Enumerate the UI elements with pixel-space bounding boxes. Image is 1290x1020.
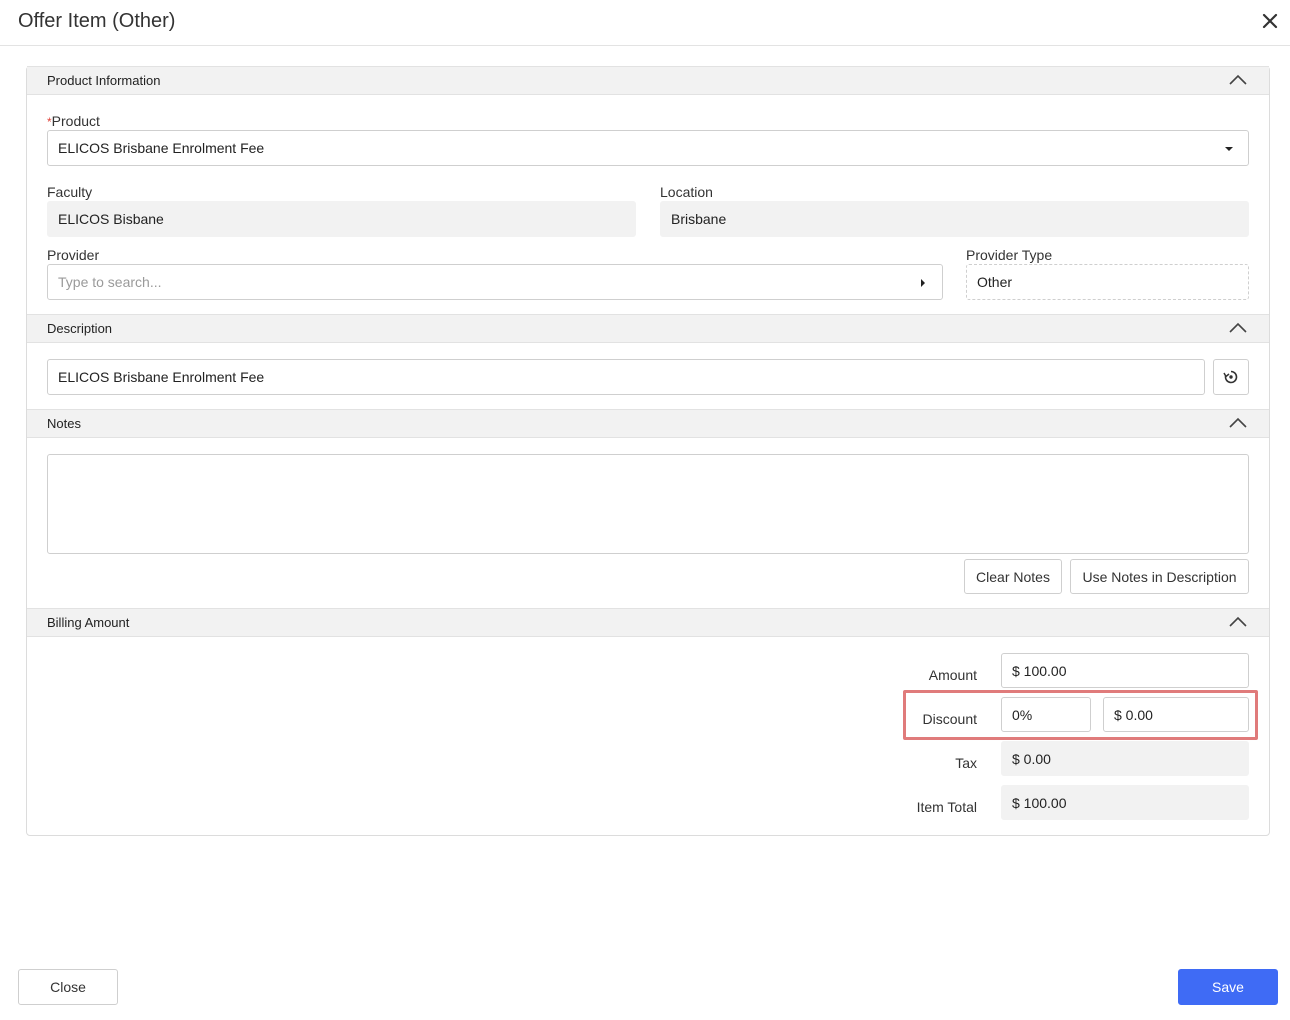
provider-search-input[interactable]: Type to search...: [47, 264, 943, 300]
product-label: *Product: [47, 113, 100, 129]
save-button[interactable]: Save: [1178, 969, 1278, 1005]
faculty-value: ELICOS Bisbane: [58, 211, 164, 227]
use-notes-in-description-button[interactable]: Use Notes in Description: [1070, 559, 1249, 594]
reset-icon: [1223, 370, 1238, 384]
location-label: Location: [660, 184, 713, 200]
tax-value: $ 0.00: [1012, 750, 1051, 767]
close-button[interactable]: Close: [18, 969, 118, 1005]
item-total-label: Item Total: [916, 799, 977, 815]
description-value: ELICOS Brisbane Enrolment Fee: [58, 369, 265, 385]
close-icon[interactable]: [1259, 10, 1281, 32]
section-header-product-information[interactable]: Product Information: [27, 66, 1269, 95]
provider-type-field: Other: [966, 264, 1249, 300]
product-label-text: Product: [51, 113, 100, 129]
chevron-up-icon[interactable]: [1227, 320, 1249, 336]
provider-type-value: Other: [977, 274, 1013, 290]
section-title: Product Information: [47, 73, 161, 88]
item-total-value: $ 100.00: [1012, 794, 1067, 811]
chevron-up-icon[interactable]: [1227, 614, 1249, 630]
chevron-up-icon[interactable]: [1227, 72, 1249, 88]
section-header-description[interactable]: Description: [27, 314, 1269, 343]
tax-field: $ 0.00: [1001, 741, 1249, 776]
clear-notes-button[interactable]: Clear Notes: [964, 559, 1062, 594]
product-value: ELICOS Brisbane Enrolment Fee: [58, 140, 265, 156]
provider-type-label: Provider Type: [966, 247, 1053, 263]
chevron-up-icon[interactable]: [1227, 415, 1249, 431]
caret-right-icon[interactable]: [918, 278, 928, 288]
caret-down-icon: [1225, 147, 1233, 151]
section-title: Billing Amount: [47, 615, 130, 630]
dialog-title: Offer Item (Other): [18, 10, 176, 32]
location-value: Brisbane: [671, 211, 727, 227]
amount-value: $ 100.00: [1012, 662, 1067, 679]
description-input[interactable]: ELICOS Brisbane Enrolment Fee: [47, 359, 1205, 395]
amount-input[interactable]: $ 100.00: [1001, 653, 1249, 688]
dialog-header: Offer Item (Other): [0, 0, 1290, 46]
faculty-label: Faculty: [47, 184, 93, 200]
section-header-notes[interactable]: Notes: [27, 409, 1269, 438]
notes-textarea[interactable]: [47, 454, 1249, 554]
location-field: Brisbane: [660, 201, 1249, 237]
provider-placeholder: Type to search...: [58, 274, 162, 290]
section-header-billing-amount[interactable]: Billing Amount: [27, 608, 1269, 637]
amount-label: Amount: [928, 667, 977, 683]
tax-label: Tax: [955, 755, 977, 771]
section-title: Description: [47, 321, 113, 336]
reset-description-button[interactable]: [1213, 359, 1249, 395]
section-title: Notes: [47, 416, 81, 431]
provider-label: Provider: [47, 247, 100, 263]
faculty-field: ELICOS Bisbane: [47, 201, 636, 237]
product-select[interactable]: ELICOS Brisbane Enrolment Fee: [47, 130, 1249, 166]
item-total-field: $ 100.00: [1001, 785, 1249, 820]
discount-highlight-box: [903, 690, 1258, 740]
